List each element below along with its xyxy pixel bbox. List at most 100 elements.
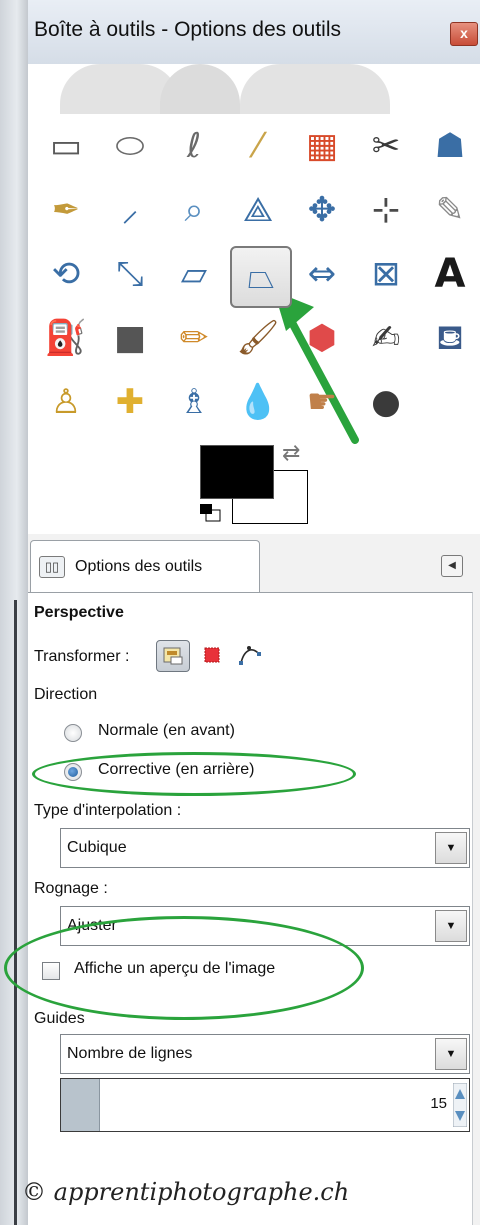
blur-sharpen-icon: 💧	[236, 382, 280, 422]
tool-eraser[interactable]: ⬢	[294, 310, 350, 366]
color-picker-icon: ⸝	[121, 190, 139, 230]
selection-icon	[204, 647, 220, 663]
tool-clone[interactable]: ♙	[38, 374, 94, 430]
tool-scale[interactable]: ⤡	[102, 246, 158, 302]
tool-blur-sharpen[interactable]: 💧	[230, 374, 286, 430]
chevron-down-icon[interactable]: ▼	[435, 1038, 467, 1070]
tool-text[interactable]: A	[422, 246, 478, 302]
left-window-border	[14, 600, 17, 1225]
spin-arrows-icon[interactable]	[453, 1083, 467, 1127]
window-title: Boîte à outils - Options des outils	[34, 18, 341, 41]
interpolation-label: Type d'interpolation :	[34, 802, 182, 819]
scissors-select-icon: ✂	[371, 126, 401, 166]
guides-dropdown[interactable]: Nombre de lignes ▼	[60, 1034, 470, 1074]
tool-smudge[interactable]: ☛	[294, 374, 350, 430]
tool-bucket-fill[interactable]: ⛽	[38, 310, 94, 366]
airbrush-icon: ✍	[371, 318, 401, 358]
zoom-icon: ⌕	[184, 190, 204, 230]
tool-pencil[interactable]: ✏	[166, 310, 222, 366]
transform-selection-button[interactable]	[196, 640, 228, 670]
tool-flip[interactable]: ⇔	[294, 246, 350, 302]
clone-icon: ♙	[50, 382, 82, 422]
smudge-icon: ☛	[306, 382, 338, 422]
foreground-color-swatch[interactable]	[200, 445, 274, 499]
lines-value: 15	[430, 1095, 447, 1112]
annotation-oval-preview	[4, 916, 364, 1020]
tool-perspective[interactable]: ⏢	[230, 246, 292, 308]
tool-blend[interactable]: ■	[102, 310, 158, 366]
perspective-clone-icon: ♗	[178, 382, 210, 422]
eraser-icon: ⬢	[307, 318, 337, 358]
bucket-fill-icon: ⛽	[44, 318, 88, 358]
direction-normal-radio[interactable]	[64, 724, 82, 742]
tool-ink[interactable]: ⛾	[422, 310, 478, 366]
tool-measure[interactable]: ⟁	[230, 182, 286, 238]
toolbox-logo-shape	[240, 64, 390, 114]
lines-spinscale[interactable]: 15	[60, 1078, 470, 1132]
tool-paths[interactable]: ✒	[38, 182, 94, 238]
tool-airbrush[interactable]: ✍	[358, 310, 414, 366]
tool-cage-transform[interactable]: ⊠	[358, 246, 414, 302]
tool-ellipse-select[interactable]: ⬭	[102, 118, 158, 174]
direction-label: Direction	[34, 686, 98, 703]
align-icon: ⊹	[371, 190, 401, 230]
guides-label: Guides	[34, 1010, 85, 1027]
tool-paintbrush[interactable]: 🖌	[230, 310, 286, 366]
transform-path-button[interactable]	[234, 640, 266, 670]
tool-move[interactable]: ✥	[294, 182, 350, 238]
tool-name-heading: Perspective	[34, 604, 124, 621]
tool-zoom[interactable]: ⌕	[166, 182, 222, 238]
perspective-icon: ⏢	[247, 257, 275, 297]
tool-perspective-clone[interactable]: ♗	[166, 374, 222, 430]
swap-colors-icon[interactable]: ⇄	[282, 440, 300, 466]
tab-tool-options[interactable]: ▯▯ Options des outils	[30, 540, 260, 593]
tool-options-icon: ▯▯	[39, 556, 65, 578]
crop-icon: ✎	[435, 190, 465, 230]
watermark: © apprentiphotographe.ch	[22, 1178, 350, 1206]
default-colors-icon[interactable]	[198, 502, 224, 524]
cage-transform-icon: ⊠	[371, 254, 401, 294]
tool-crop[interactable]: ✎	[422, 182, 478, 238]
chevron-down-icon[interactable]: ▼	[435, 910, 467, 942]
path-icon	[239, 646, 261, 665]
ellipse-select-icon: ⬭	[115, 126, 145, 166]
flip-icon: ⇔	[307, 254, 337, 294]
free-select-icon: ℓ	[186, 126, 202, 166]
chevron-down-icon[interactable]: ▼	[435, 832, 467, 864]
rotate-icon: ⟲	[51, 254, 81, 294]
tool-dodge-burn[interactable]: ●	[358, 374, 414, 430]
text-icon: A	[434, 251, 466, 297]
tool-rect-select[interactable]: ▭	[38, 118, 94, 174]
tab-label: Options des outils	[75, 558, 203, 575]
blend-icon: ■	[113, 318, 147, 358]
layer-icon	[163, 647, 183, 665]
tool-heal[interactable]: ✚	[102, 374, 158, 430]
title-bar[interactable]: Boîte à outils - Options des outils x	[28, 0, 480, 65]
tool-select-by-color[interactable]: ▦	[294, 118, 350, 174]
tool-scissors-select[interactable]: ✂	[358, 118, 414, 174]
clipping-label: Rognage :	[34, 880, 108, 897]
shear-icon: ▱	[180, 254, 208, 294]
tool-fuzzy-select[interactable]: ⁄	[230, 118, 286, 174]
dodge-burn-icon: ●	[371, 382, 401, 422]
direction-normal-label: Normale (en avant)	[98, 722, 235, 739]
paintbrush-icon: 🖌	[236, 318, 280, 358]
paths-icon: ✒	[51, 190, 81, 230]
tool-align[interactable]: ⊹	[358, 182, 414, 238]
tool-foreground-select[interactable]: ☗	[422, 118, 478, 174]
tool-free-select[interactable]: ℓ	[166, 118, 222, 174]
tool-color-picker[interactable]: ⸝	[102, 182, 158, 238]
tool-shear[interactable]: ▱	[166, 246, 222, 302]
tab-menu-button[interactable]: ◀	[441, 555, 463, 577]
transform-layer-button[interactable]	[156, 640, 190, 672]
pencil-icon: ✏	[179, 318, 209, 358]
close-button[interactable]: x	[450, 22, 478, 46]
measure-icon: ⟁	[242, 190, 274, 230]
foreground-select-icon: ☗	[434, 126, 466, 166]
guides-value: Nombre de lignes	[67, 1045, 193, 1062]
tool-rotate[interactable]: ⟲	[38, 246, 94, 302]
annotation-oval-direction	[32, 752, 356, 796]
select-by-color-icon: ▦	[305, 126, 339, 166]
ink-icon: ⛾	[436, 318, 464, 358]
interpolation-dropdown[interactable]: Cubique ▼	[60, 828, 470, 868]
